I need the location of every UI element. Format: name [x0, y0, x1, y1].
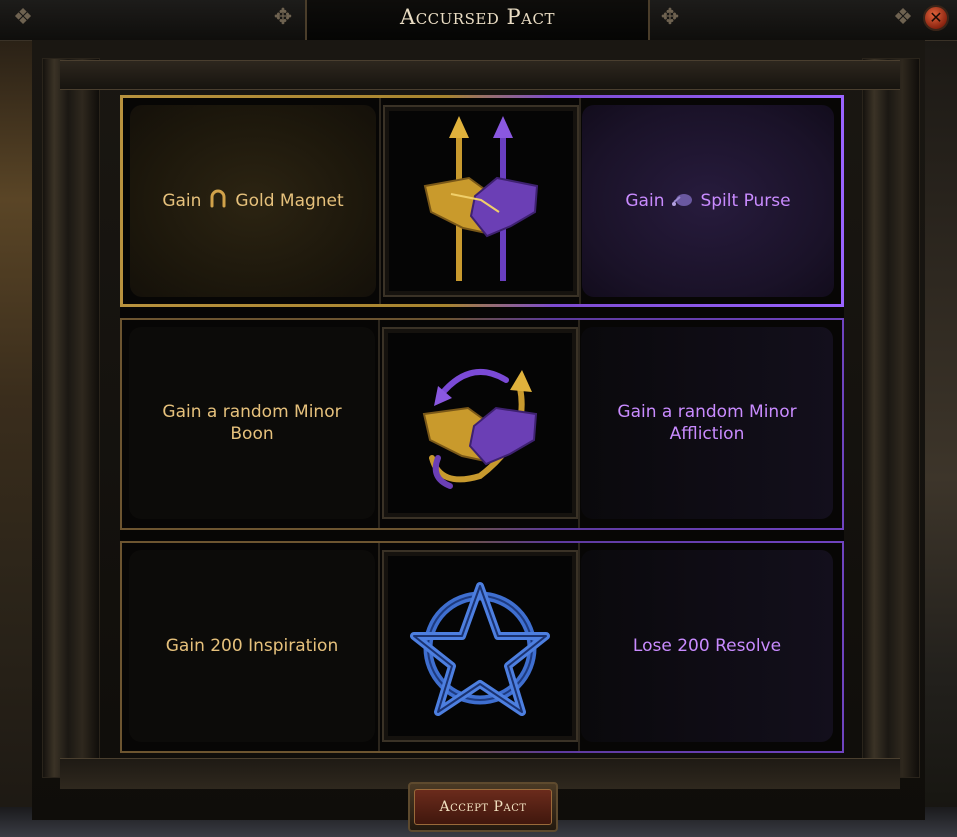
- pact-center-icon: [383, 105, 579, 297]
- pact-option-minor-boon[interactable]: Gain a random Minor Boon Gain a random M…: [120, 318, 844, 530]
- divider: [378, 543, 380, 751]
- spilt-purse-icon: [670, 188, 694, 214]
- gain-prefix: Gain: [162, 191, 202, 211]
- cost-text: Gain a random Minor Affliction: [617, 402, 797, 444]
- close-button[interactable]: ✕: [923, 5, 949, 31]
- cost-text: Lose 200 Resolve: [632, 636, 782, 656]
- pact-cost: Gain Spilt Purse: [582, 105, 834, 297]
- pact-option-gold-magnet[interactable]: Gain Gold Magnet Gain Spilt Purse: [120, 95, 844, 307]
- divider: [378, 320, 380, 528]
- pact-options: Gain Gold Magnet Gain Spilt Purse Gain a…: [120, 95, 844, 753]
- corner-ornament-icon: ❖: [893, 5, 913, 30]
- divider: [379, 98, 381, 304]
- pact-gain: Gain 200 Inspiration: [129, 550, 375, 742]
- pact-center-icon: [382, 550, 578, 742]
- ornament-icon: ✥: [660, 5, 680, 30]
- gain-text: Gain a random Minor Boon: [162, 402, 342, 444]
- cost-text: Spilt Purse: [700, 191, 791, 211]
- pact-center-icon: [382, 327, 578, 519]
- gold-purple-handshake-spears-icon: [423, 116, 539, 281]
- right-pillar: [862, 58, 920, 778]
- pact-cost: Gain a random Minor Affliction: [581, 327, 833, 519]
- gain-text: Gold Magnet: [235, 191, 344, 211]
- frame-cornice: [60, 60, 900, 90]
- close-icon: ✕: [929, 8, 943, 27]
- corner-ornament-icon: ❖: [13, 5, 33, 30]
- divider: [579, 98, 581, 304]
- blue-pentagram-icon: [410, 582, 550, 716]
- accept-pact-button[interactable]: Accept Pact: [414, 789, 552, 825]
- pact-option-inspiration[interactable]: Gain 200 Inspiration Lose 200 Resolve: [120, 541, 844, 753]
- divider: [578, 543, 580, 751]
- gain-text: Gain 200 Inspiration: [165, 636, 339, 656]
- title-bar: ❖ ✥ Accursed Pact ✥ ❖ ✕: [0, 0, 957, 41]
- horseshoe-icon: [207, 187, 229, 215]
- left-pillar: [42, 58, 100, 778]
- window-title: Accursed Pact: [400, 5, 555, 29]
- pact-cost: Lose 200 Resolve: [581, 550, 833, 742]
- pact-gain: Gain Gold Magnet: [130, 105, 376, 297]
- ornament-icon: ✥: [273, 5, 293, 30]
- handshake-swirl-arrows-icon: [422, 369, 538, 489]
- divider: [578, 320, 580, 528]
- pact-gain: Gain a random Minor Boon: [129, 327, 375, 519]
- cost-prefix: Gain: [625, 191, 665, 211]
